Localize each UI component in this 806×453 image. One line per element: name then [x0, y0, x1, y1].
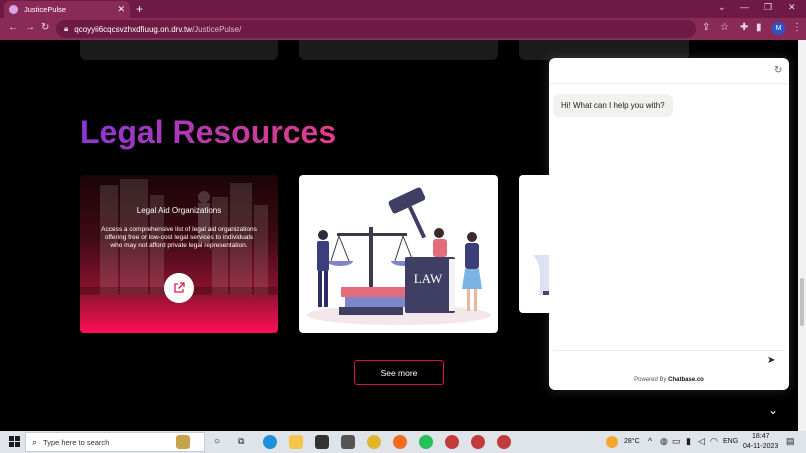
url-text: qcoyyii6cqcsvzhxdfiuug.on.drv.tw/Justice…	[74, 25, 241, 34]
refresh-icon[interactable]: ↻	[774, 65, 782, 76]
network-icon[interactable]: ▭	[672, 436, 681, 447]
wifi-icon[interactable]: ◠	[710, 436, 718, 447]
bookmark-star-icon[interactable]: ☆	[720, 22, 729, 33]
chat-message-input[interactable]	[553, 350, 785, 372]
whatsapp-icon[interactable]	[419, 435, 433, 449]
chrome-icon[interactable]	[367, 435, 381, 449]
browser-tab-strip: JusticePulse ✕ + ⌄ — ❐ ✕	[0, 0, 806, 18]
card-description: Access a comprehensive list of legal aid…	[101, 226, 257, 249]
side-panel-icon[interactable]: ▮	[756, 22, 762, 33]
law-sign-text: LAW	[414, 271, 443, 286]
share-icon[interactable]: ⇪	[702, 22, 710, 33]
address-bar[interactable]: 🔒︎ qcoyyii6cqcsvzhxdfiuug.on.drv.tw/Just…	[56, 20, 696, 38]
file-explorer-icon[interactable]	[289, 435, 303, 449]
previous-card	[299, 40, 498, 60]
scroll-down-chevron-icon[interactable]: ⌄	[768, 403, 778, 417]
window-close-button[interactable]: ✕	[788, 2, 796, 13]
screen: JusticePulse ✕ + ⌄ — ❐ ✕ ← → ↻ 🔒︎ qcoyyi…	[0, 0, 806, 453]
site-favicon-icon	[9, 5, 18, 14]
clock-time[interactable]: 18:47	[752, 433, 770, 440]
powered-by-footer: Powered By Chatbase.co	[549, 377, 789, 383]
chrome-profile-icon[interactable]	[445, 435, 459, 449]
chrome-profile-icon[interactable]	[497, 435, 511, 449]
edge-icon[interactable]	[263, 435, 277, 449]
show-hidden-icons-icon[interactable]: ^	[648, 436, 652, 446]
tab-close-icon[interactable]: ✕	[117, 5, 125, 14]
weather-temperature[interactable]: 28°C	[624, 438, 640, 445]
tab-title: JusticePulse	[24, 5, 67, 14]
cortana-icon[interactable]: ○	[214, 436, 220, 447]
profile-avatar[interactable]: M	[772, 22, 785, 35]
new-tab-button[interactable]: +	[136, 2, 143, 16]
chrome-profile-icon[interactable]	[471, 435, 485, 449]
scrollbar-thumb[interactable]	[800, 278, 804, 326]
weather-icon[interactable]	[606, 436, 618, 448]
powered-prefix: Powered By	[634, 377, 669, 383]
external-link-icon	[174, 282, 185, 293]
system-tray-icon[interactable]: ◍	[660, 436, 668, 447]
extensions-icon[interactable]: ✚	[740, 22, 748, 33]
back-arrow-icon[interactable]: ←	[8, 22, 18, 33]
previous-card	[519, 40, 689, 60]
window-minimize-button[interactable]: —	[740, 2, 749, 12]
law-scales-illustration: LAW	[307, 187, 491, 325]
site-info-icon[interactable]: 🔒︎	[64, 24, 68, 34]
clock-date[interactable]: 04-11-2023	[743, 443, 778, 450]
window-restore-button[interactable]: ❐	[764, 2, 772, 13]
battery-icon[interactable]: ▮	[686, 436, 691, 447]
legal-aid-card: Legal Aid Organizations Access a compreh…	[80, 175, 278, 333]
windows-taskbar: ⌕ Type here to search ○ ⧉ 28°C ^ ◍ ▭ ▮ ◁…	[0, 431, 806, 453]
browser-tab[interactable]: JusticePulse ✕	[4, 1, 130, 18]
external-link-button[interactable]	[164, 273, 194, 303]
city-skyline-illustration	[80, 179, 278, 295]
chatbot-widget: ↻ Hi! What can I help you with? ➤ Powere…	[549, 58, 789, 390]
send-icon[interactable]: ➤	[767, 355, 775, 366]
page-scrollbar[interactable]	[798, 40, 806, 431]
law-illustration-card[interactable]: LAW	[299, 175, 498, 333]
bot-message-bubble: Hi! What can I help you with?	[553, 94, 673, 117]
mail-icon[interactable]	[341, 435, 355, 449]
firefox-icon[interactable]	[393, 435, 407, 449]
store-icon[interactable]	[315, 435, 329, 449]
card-title: Legal Aid Organizations	[136, 206, 222, 215]
search-placeholder: Type here to search	[43, 437, 110, 447]
search-highlight-icon	[176, 435, 190, 449]
language-indicator[interactable]: ENG	[723, 438, 738, 445]
volume-icon[interactable]: ◁	[698, 436, 705, 447]
tab-search-icon[interactable]: ⌄	[718, 2, 726, 13]
reload-icon[interactable]: ↻	[41, 22, 49, 33]
windows-start-icon[interactable]	[9, 436, 20, 447]
browser-toolbar: ← → ↻ 🔒︎ qcoyyii6cqcsvzhxdfiuug.on.drv.t…	[0, 18, 806, 40]
menu-kebab-icon[interactable]: ⋮	[792, 22, 802, 33]
section-title: Legal Resources	[80, 114, 337, 150]
previous-card	[80, 40, 278, 60]
task-view-icon[interactable]: ⧉	[238, 436, 244, 447]
notification-icon[interactable]: ▤	[786, 436, 795, 447]
chat-header: ↻	[549, 58, 789, 84]
see-more-button[interactable]: See more	[354, 360, 444, 385]
search-icon: ⌕	[32, 436, 38, 447]
chatbase-link[interactable]: Chatbase.co	[668, 377, 704, 383]
forward-arrow-icon[interactable]: →	[25, 22, 35, 33]
url-host: qcoyyii6cqcsvzhxdfiuug.on.drv.tw	[74, 24, 192, 34]
url-path: /JusticePulse/	[191, 24, 242, 34]
